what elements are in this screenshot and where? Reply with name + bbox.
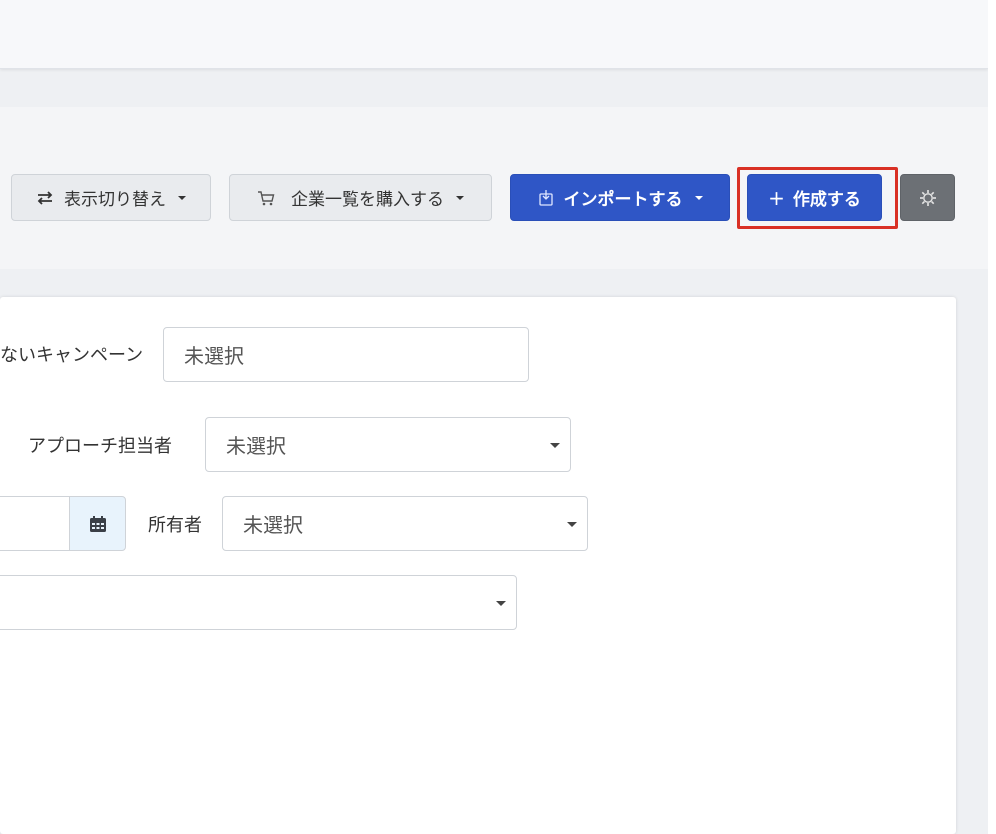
- arrows-exchange-icon: [36, 190, 54, 205]
- campaign-filter-value: 未選択: [184, 344, 244, 368]
- bottom-select[interactable]: [0, 575, 517, 630]
- approach-owner-select[interactable]: 未選択: [205, 417, 571, 472]
- toggle-view-label: 表示切り替え: [64, 190, 166, 210]
- approach-owner-value: 未選択: [226, 434, 286, 458]
- gear-icon: [919, 189, 937, 207]
- create-button-highlight: [737, 167, 898, 229]
- chevron-down-icon: [694, 195, 703, 200]
- window-right-edge: [988, 0, 996, 834]
- import-label: インポートする: [563, 190, 683, 210]
- chevron-down-icon: [456, 195, 464, 200]
- chevron-down-icon: [550, 442, 560, 448]
- calendar-button[interactable]: [69, 496, 126, 551]
- calendar-icon: [89, 515, 107, 533]
- owner-label: 所有者: [148, 515, 202, 536]
- campaign-filter-input[interactable]: 未選択: [163, 327, 529, 382]
- chevron-down-icon: [496, 600, 506, 606]
- top-header-bar: [0, 0, 988, 69]
- date-input[interactable]: [0, 496, 70, 551]
- owner-select[interactable]: 未選択: [222, 496, 588, 551]
- settings-button[interactable]: [900, 174, 955, 221]
- toggle-view-button[interactable]: 表示切り替え: [11, 174, 211, 221]
- owner-value: 未選択: [243, 513, 303, 537]
- approach-owner-label: アプローチ担当者: [28, 436, 172, 457]
- cart-icon: [257, 190, 275, 206]
- campaign-filter-label: ないキャンペーン: [0, 345, 144, 366]
- buy-company-list-label: 企業一覧を購入する: [291, 190, 444, 210]
- chevron-down-icon: [178, 195, 186, 200]
- import-button[interactable]: インポートする: [510, 174, 730, 221]
- import-icon: [538, 189, 554, 206]
- chevron-down-icon: [567, 521, 577, 527]
- buy-company-list-button[interactable]: 企業一覧を購入する: [229, 174, 492, 221]
